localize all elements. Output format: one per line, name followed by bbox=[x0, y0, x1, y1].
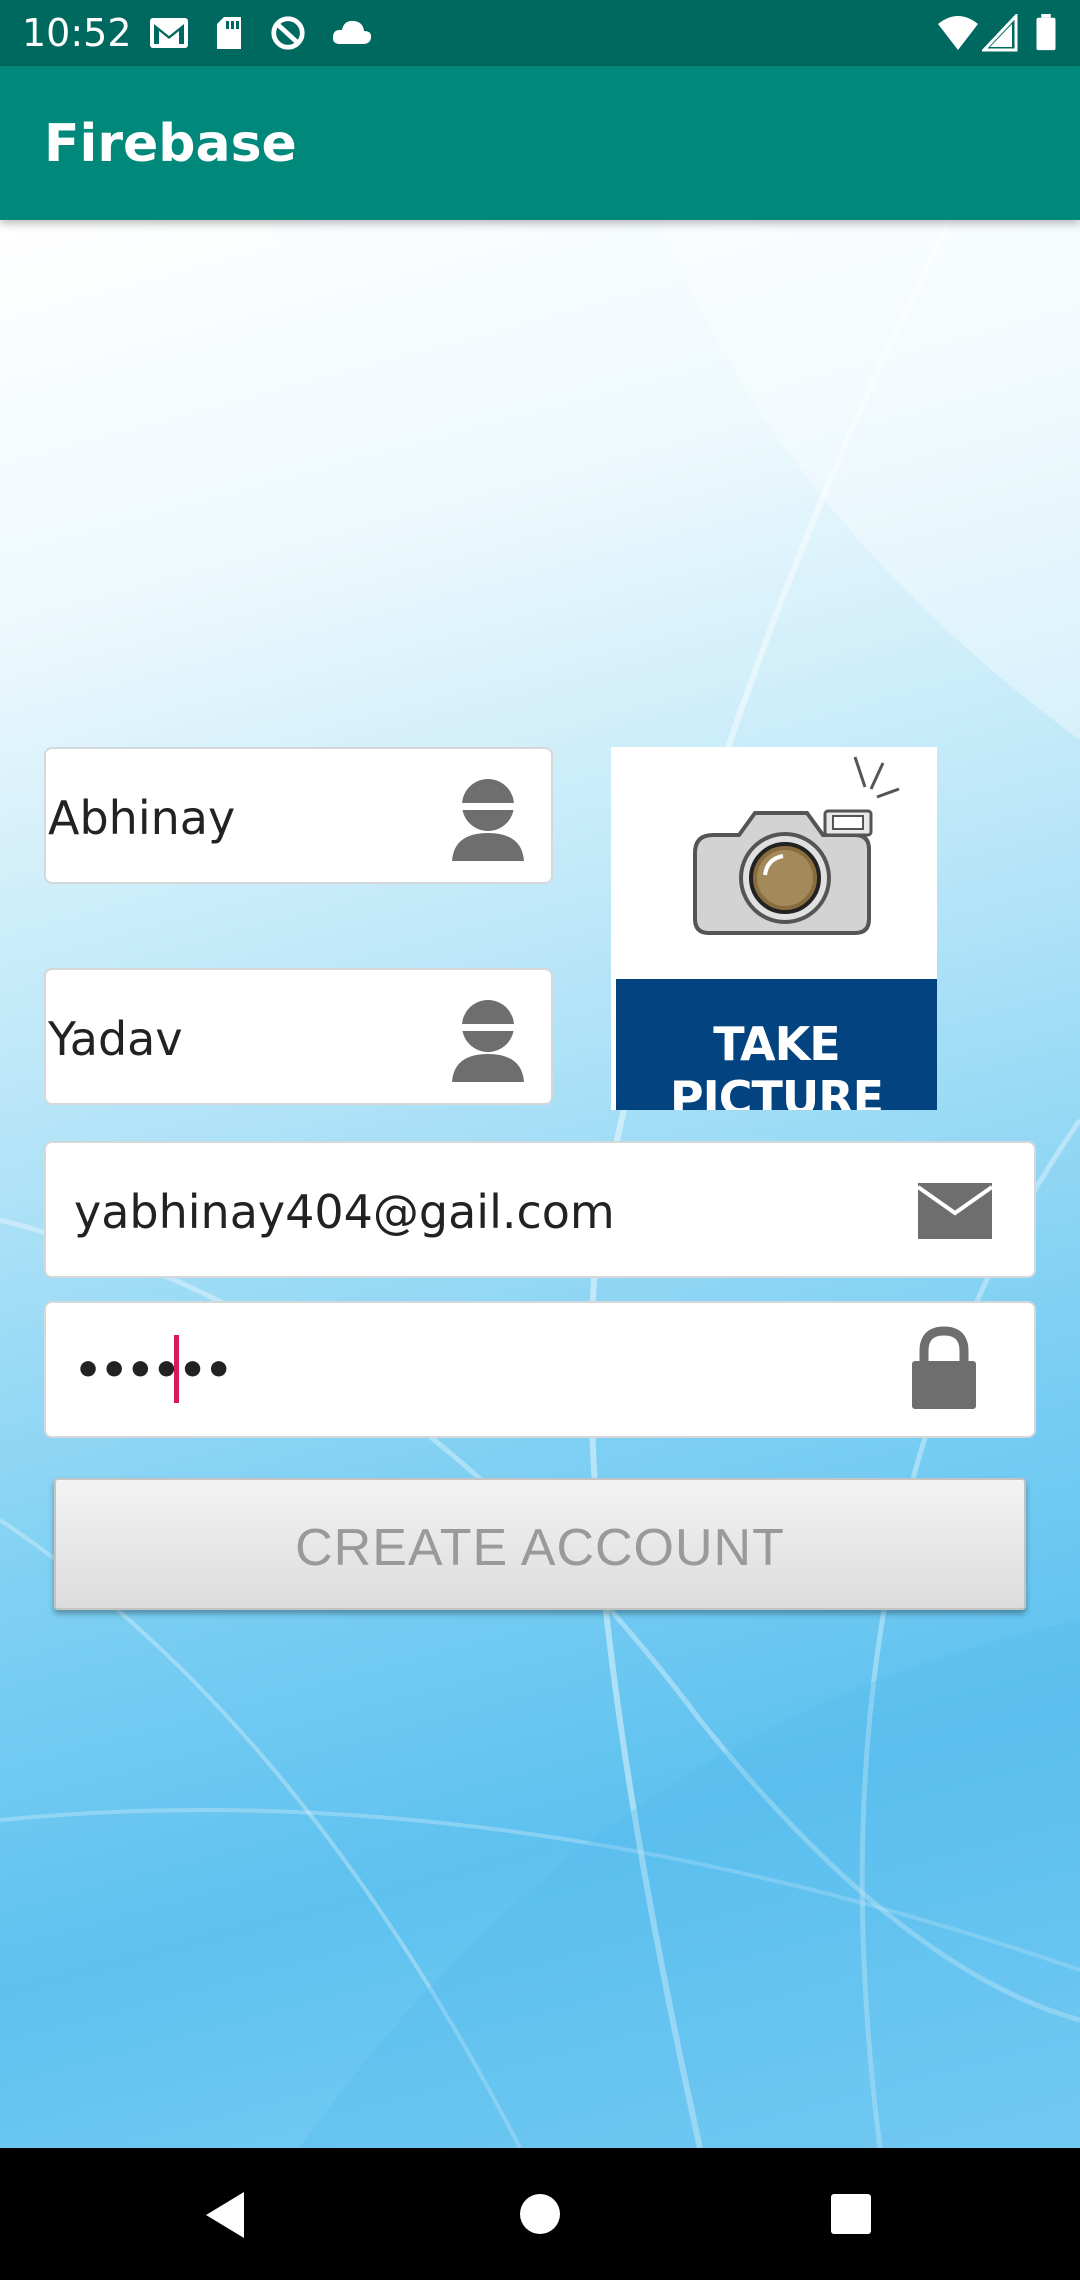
navigation-bar bbox=[0, 2148, 1080, 2280]
recents-icon[interactable] bbox=[829, 2192, 873, 2236]
status-time: 10:52 bbox=[22, 11, 132, 55]
first-name-field[interactable]: Abhinay bbox=[44, 747, 553, 884]
password-field[interactable]: •••••• bbox=[44, 1301, 1036, 1438]
home-icon[interactable] bbox=[518, 2192, 562, 2236]
person-icon bbox=[452, 779, 524, 861]
cell-signal-icon bbox=[982, 14, 1018, 52]
lock-icon bbox=[912, 1326, 976, 1409]
email-value: yabhinay404@gail.com bbox=[74, 1185, 615, 1239]
sd-card-icon bbox=[217, 17, 241, 49]
app-title: Firebase bbox=[44, 114, 297, 174]
take-picture-label: TAKE PICTURE bbox=[669, 1017, 884, 1110]
battery-icon bbox=[1036, 14, 1056, 51]
cloud-icon bbox=[332, 20, 372, 44]
first-name-value: Abhinay bbox=[48, 791, 236, 845]
data-saver-icon bbox=[271, 16, 305, 50]
text-cursor bbox=[174, 1335, 179, 1403]
password-value: •••••• bbox=[74, 1345, 233, 1396]
take-picture-band: TAKE PICTURE bbox=[616, 979, 937, 1110]
person-icon bbox=[452, 1000, 524, 1082]
email-field[interactable]: yabhinay404@gail.com bbox=[44, 1141, 1036, 1278]
app-bar: Firebase bbox=[0, 66, 1080, 220]
back-icon[interactable] bbox=[200, 2188, 250, 2242]
wifi-icon bbox=[938, 16, 978, 50]
create-account-button[interactable]: CREATE ACCOUNT bbox=[54, 1478, 1026, 1610]
gmail-icon bbox=[150, 18, 188, 48]
create-account-label: CREATE ACCOUNT bbox=[295, 1519, 785, 1577]
mail-icon bbox=[916, 1183, 994, 1239]
last-name-value: Yadav bbox=[48, 1012, 183, 1066]
last-name-field[interactable]: Yadav bbox=[44, 968, 553, 1105]
status-bar: 10:52 bbox=[0, 0, 1080, 66]
camera-icon bbox=[693, 756, 900, 935]
take-picture-button[interactable]: TAKE PICTURE bbox=[611, 747, 937, 1110]
